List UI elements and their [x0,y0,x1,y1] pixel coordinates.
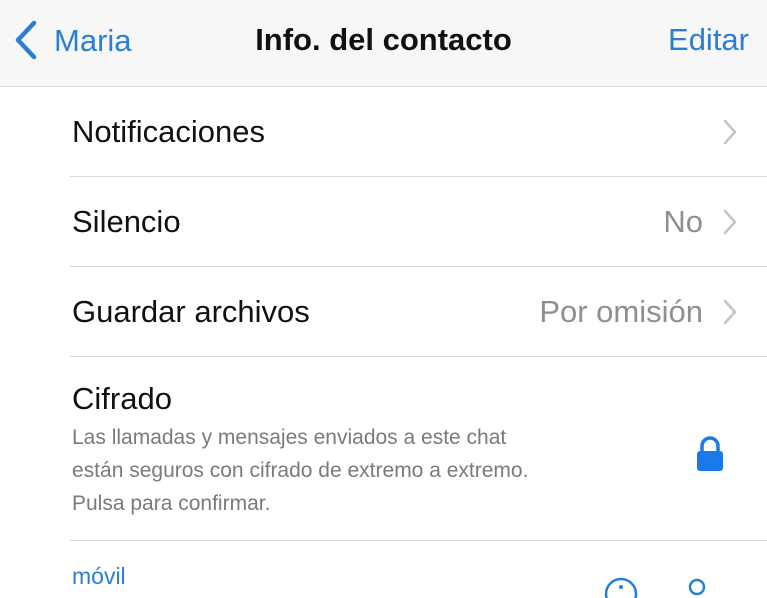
info-icon[interactable] [604,577,638,598]
encryption-row[interactable]: Cifrado Las llamadas y mensajes enviados… [0,357,767,541]
back-button-label: Maria [54,22,132,58]
contact-icon[interactable] [682,577,712,598]
settings-list: Notificaciones Silencio No Guardar archi… [0,87,767,598]
row-label: Notificaciones [72,114,265,149]
row-label: Silencio [72,204,181,239]
phone-row[interactable]: móvil [0,541,767,598]
navigation-bar: Maria Info. del contacto Editar [0,0,767,87]
mute-row[interactable]: Silencio No [0,177,767,267]
notifications-row[interactable]: Notificaciones [0,87,767,177]
back-button[interactable]: Maria [14,16,132,64]
save-media-row[interactable]: Guardar archivos Por omisión [0,267,767,357]
encryption-description: Las llamadas y mensajes enviados a este … [72,426,529,515]
chevron-right-icon [723,209,737,235]
chevron-right-icon [723,299,737,325]
row-value: Por omisión [539,294,703,329]
row-value: No [663,204,703,239]
lock-icon [695,435,725,473]
encryption-title: Cifrado [72,381,172,416]
phone-type-label: móvil [72,563,126,589]
chevron-left-icon [14,20,46,60]
row-label: Guardar archivos [72,294,310,329]
chevron-right-icon [723,119,737,145]
edit-button[interactable]: Editar [668,20,749,60]
contact-info-screen: Maria Info. del contacto Editar Notifica… [0,0,767,598]
